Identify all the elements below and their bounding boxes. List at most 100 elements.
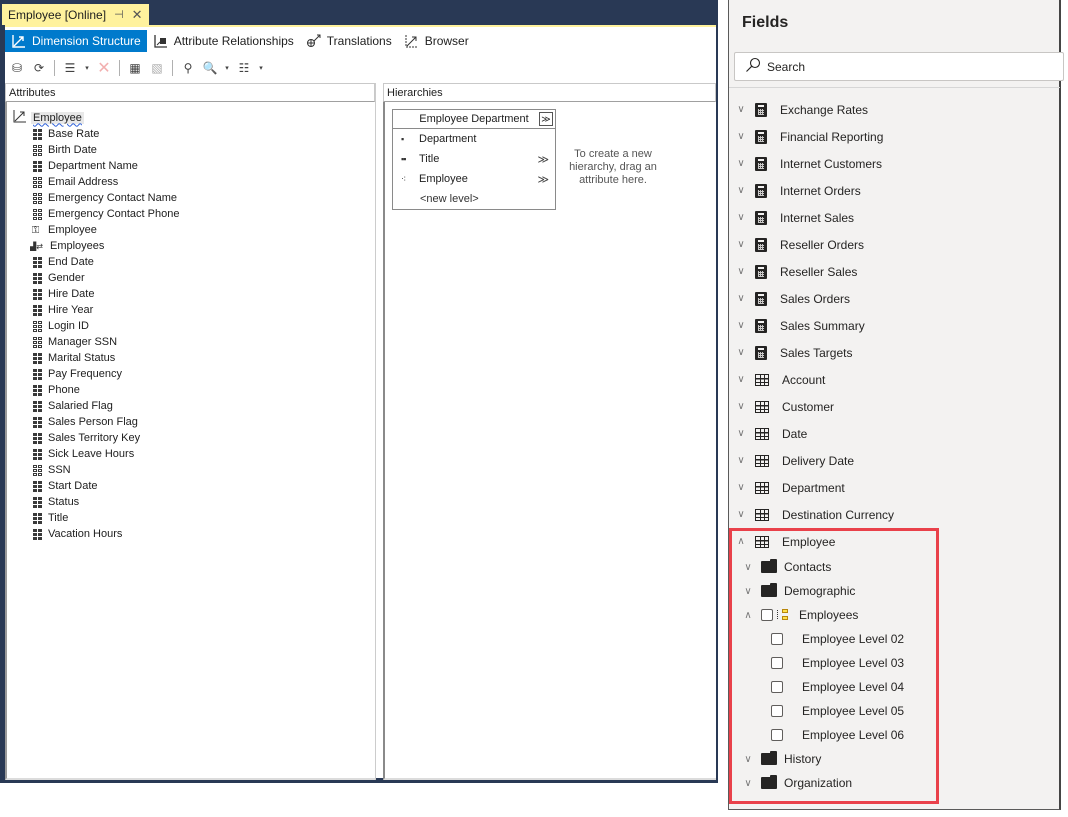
attribute-item[interactable]: Sick Leave Hours xyxy=(33,446,179,462)
attribute-item[interactable]: ▟⇄ Employees xyxy=(30,238,179,254)
attribute-item[interactable]: Salaried Flag xyxy=(33,398,179,414)
chevron-down-icon[interactable]: ∨ xyxy=(736,401,746,412)
explore-data-icon[interactable]: ⚲ xyxy=(179,59,197,77)
field-table-item[interactable]: ∨ Sales Orders xyxy=(729,285,1060,312)
chevron-down-icon[interactable]: ∨ xyxy=(743,586,753,597)
pin-icon[interactable]: ⊣ xyxy=(114,8,124,21)
relationship-warning-icon[interactable]: ≫ xyxy=(537,173,549,186)
attribute-root-employee[interactable]: Employee xyxy=(13,109,84,126)
chevron-down-icon[interactable]: ∨ xyxy=(736,374,746,385)
chevron-down-icon[interactable]: ∨ xyxy=(736,347,746,358)
chevron-down-icon[interactable]: ∨ xyxy=(736,104,746,115)
tree-view-icon[interactable]: ☷ xyxy=(235,59,253,77)
attribute-item[interactable]: Manager SSN xyxy=(33,334,179,350)
chevron-down-icon[interactable]: ∨ xyxy=(736,482,746,493)
chevron-down-icon[interactable]: ∨ xyxy=(743,778,753,789)
chevron-down-icon[interactable]: ∨ xyxy=(736,158,746,169)
field-table-item[interactable]: ∨ Internet Customers xyxy=(729,150,1060,177)
chevron-down-icon[interactable]: ∨ xyxy=(736,455,746,466)
chevron-down-icon[interactable]: ▾ xyxy=(257,59,265,77)
checkbox[interactable] xyxy=(771,705,783,717)
attribute-item[interactable]: End Date xyxy=(33,254,179,270)
relationship-warning-icon[interactable]: ≫ xyxy=(537,153,549,166)
field-table-item[interactable]: ∨ Sales Summary xyxy=(729,312,1060,339)
new-attribute-icon[interactable]: ☰ xyxy=(61,59,79,77)
field-table-item[interactable]: ∨ Internet Orders xyxy=(729,177,1060,204)
attribute-item[interactable]: Title xyxy=(33,510,179,526)
field-table-item[interactable]: ∨ Financial Reporting xyxy=(729,123,1060,150)
attribute-item[interactable]: Hire Year xyxy=(33,302,179,318)
field-hierarchy-level[interactable]: Employee Level 04 xyxy=(729,675,1060,699)
attribute-item[interactable]: Login ID xyxy=(33,318,179,334)
field-folder-item[interactable]: ∨ Demographic xyxy=(729,579,1060,603)
field-table-item[interactable]: ∨ Sales Targets xyxy=(729,339,1060,366)
field-table-item[interactable]: ∨ Delivery Date xyxy=(729,447,1060,474)
tab-browser[interactable]: Browser xyxy=(398,30,475,52)
chevron-down-icon[interactable]: ∨ xyxy=(736,212,746,223)
field-hierarchy-level[interactable]: Employee Level 02 xyxy=(729,627,1060,651)
hierarchy-level[interactable]: ▪▪ Title ≫ xyxy=(393,149,555,169)
checkbox[interactable] xyxy=(761,609,773,621)
field-table-item[interactable]: ∨ Department xyxy=(729,474,1060,501)
field-table-item[interactable]: ∨ Reseller Sales xyxy=(729,258,1060,285)
chevron-down-icon[interactable]: ∨ xyxy=(736,293,746,304)
attribute-item[interactable]: Gender xyxy=(33,270,179,286)
delete-icon[interactable]: ✕ xyxy=(95,59,113,77)
collapse-hierarchy-icon[interactable]: ≫ xyxy=(539,112,553,126)
hierarchy-level[interactable]: ⁖ Employee ≫ xyxy=(393,169,555,189)
attribute-item[interactable]: SSN xyxy=(33,462,179,478)
attribute-item[interactable]: Base Rate xyxy=(33,126,179,142)
tab-translations[interactable]: Translations xyxy=(300,30,398,52)
field-hierarchy-employees[interactable]: ∧ Employees xyxy=(729,603,1060,627)
field-hierarchy-level[interactable]: Employee Level 06 xyxy=(729,723,1060,747)
hierarchies-canvas[interactable]: Employee Department ≫ ▪ Department ▪▪ Ti… xyxy=(383,102,716,780)
field-folder-item[interactable]: ∨ Contacts xyxy=(729,555,1060,579)
chevron-down-icon[interactable]: ∨ xyxy=(736,509,746,520)
field-folder-item[interactable]: ∨ Organization xyxy=(729,771,1060,795)
new-level-slot[interactable]: <new level> xyxy=(393,189,555,209)
field-table-item[interactable]: ∨ Internet Sales xyxy=(729,204,1060,231)
field-table-item[interactable]: ∨ Date xyxy=(729,420,1060,447)
field-table-item-employee[interactable]: ∧ Employee xyxy=(729,528,1060,555)
field-table-item[interactable]: ∨ Reseller Orders xyxy=(729,231,1060,258)
checkbox[interactable] xyxy=(771,729,783,741)
show-grid-icon[interactable]: ▦ xyxy=(126,59,144,77)
attribute-item[interactable]: Status xyxy=(33,494,179,510)
tab-attribute-relationships[interactable]: Attribute Relationships xyxy=(147,30,300,52)
checkbox[interactable] xyxy=(771,633,783,645)
chevron-down-icon[interactable]: ∨ xyxy=(743,562,753,573)
close-icon[interactable]: ✕ xyxy=(132,7,143,23)
chevron-down-icon[interactable]: ∨ xyxy=(736,131,746,142)
chevron-down-icon[interactable]: ∨ xyxy=(736,428,746,439)
attribute-item[interactable]: ⚿ Employee xyxy=(32,222,179,238)
chevron-down-icon[interactable]: ▾ xyxy=(83,59,91,77)
chevron-up-icon[interactable]: ∧ xyxy=(736,536,746,547)
field-table-item[interactable]: ∨ Destination Currency xyxy=(729,501,1060,528)
field-folder-item[interactable]: ∨ History xyxy=(729,747,1060,771)
chevron-down-icon[interactable]: ∨ xyxy=(743,754,753,765)
chevron-down-icon[interactable]: ▾ xyxy=(223,59,231,77)
field-hierarchy-level[interactable]: Employee Level 05 xyxy=(729,699,1060,723)
checkbox[interactable] xyxy=(771,681,783,693)
attribute-item[interactable]: Emergency Contact Phone xyxy=(33,206,179,222)
process-icon[interactable]: ⛁ xyxy=(8,59,26,77)
checkbox[interactable] xyxy=(771,657,783,669)
attribute-item[interactable]: Vacation Hours xyxy=(33,526,179,542)
attribute-item[interactable]: Start Date xyxy=(33,478,179,494)
attribute-item[interactable]: Department Name xyxy=(33,158,179,174)
attribute-item[interactable]: Sales Person Flag xyxy=(33,414,179,430)
tab-dimension-structure[interactable]: Dimension Structure xyxy=(5,30,147,52)
hierarchy-employee-department[interactable]: Employee Department ≫ ▪ Department ▪▪ Ti… xyxy=(392,109,556,210)
field-table-item[interactable]: ∨ Customer xyxy=(729,393,1060,420)
attribute-item[interactable]: Birth Date xyxy=(33,142,179,158)
attribute-item[interactable]: Marital Status xyxy=(33,350,179,366)
chevron-down-icon[interactable]: ∨ xyxy=(736,239,746,250)
zoom-icon[interactable]: 🔍 xyxy=(201,59,219,77)
hierarchy-title[interactable]: Employee Department ≫ xyxy=(393,110,555,129)
search-input[interactable] xyxy=(767,59,1017,74)
attribute-item[interactable]: Phone xyxy=(33,382,179,398)
refresh-icon[interactable]: ⟳ xyxy=(30,59,48,77)
attribute-item[interactable]: Sales Territory Key xyxy=(33,430,179,446)
attribute-item[interactable]: Emergency Contact Name xyxy=(33,190,179,206)
attribute-item[interactable]: Pay Frequency xyxy=(33,366,179,382)
